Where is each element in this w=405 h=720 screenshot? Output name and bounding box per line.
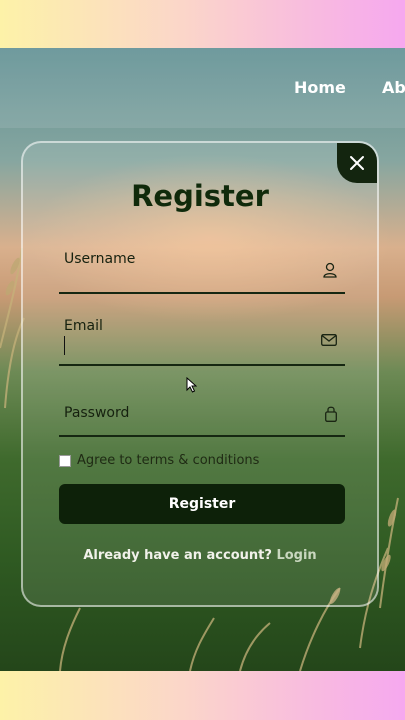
email-input[interactable] — [64, 334, 308, 358]
register-card: Register Username Email Password Agree t… — [21, 141, 379, 607]
account-prompt-text: Already have an account? — [83, 548, 272, 563]
email-field: Email — [59, 309, 345, 366]
email-label: Email — [64, 318, 103, 334]
terms-row: Agree to terms & conditions — [59, 453, 259, 468]
password-field: Password — [59, 381, 345, 437]
form-title: Register — [131, 179, 269, 213]
nav-home-link[interactable]: Home — [294, 78, 346, 97]
mouse-pointer-icon — [186, 377, 197, 393]
terms-checkbox[interactable] — [59, 454, 71, 467]
user-icon — [323, 262, 337, 278]
top-navbar: Home Abo — [0, 48, 405, 128]
password-input[interactable] — [64, 405, 308, 429]
register-button[interactable]: Register — [59, 484, 345, 524]
close-icon — [350, 156, 364, 170]
nav-about-link[interactable]: Abo — [382, 78, 405, 97]
terms-label: Agree to terms & conditions — [77, 453, 260, 468]
mail-icon — [321, 334, 337, 346]
lock-icon — [325, 406, 337, 422]
login-prompt: Already have an account? Login — [23, 548, 377, 563]
login-link[interactable]: Login — [276, 548, 316, 563]
username-field: Username — [59, 238, 345, 294]
close-button[interactable] — [337, 143, 377, 183]
username-input[interactable] — [64, 262, 308, 286]
